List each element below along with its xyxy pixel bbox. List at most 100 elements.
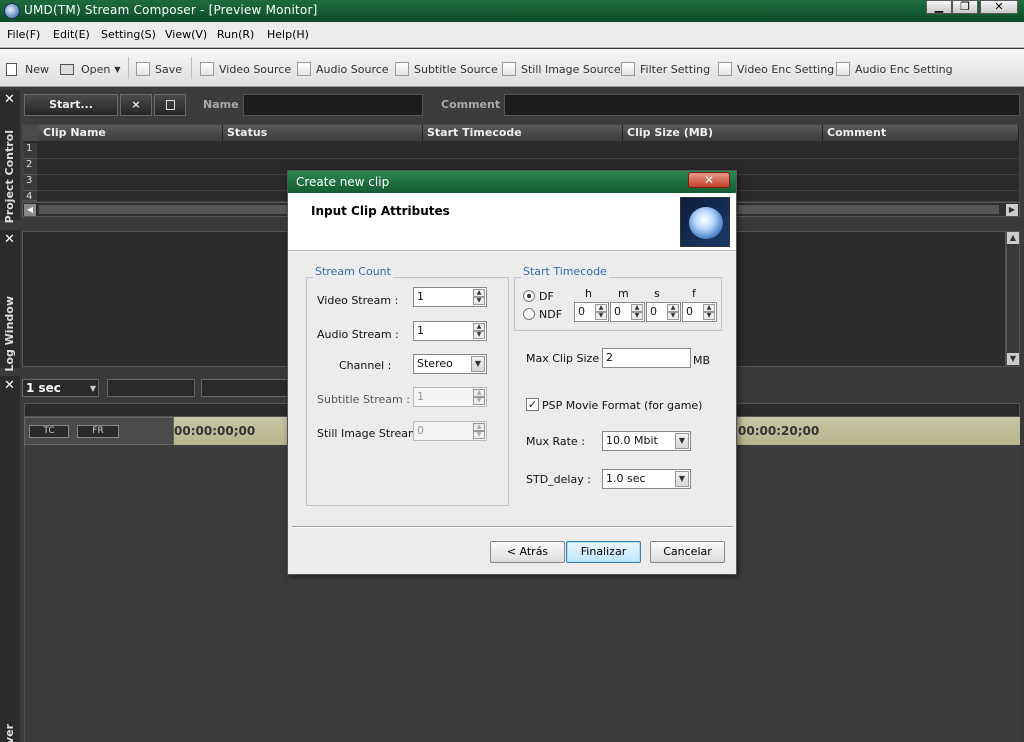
finish-button[interactable]: Finalizar [566,541,641,563]
subtitle-source-icon [395,62,409,76]
video-source-button[interactable]: Video Source [200,60,291,78]
open-button[interactable]: Open ▼ [60,60,121,78]
tc-button[interactable]: TC [29,425,69,438]
maximize-button[interactable]: ❐ [952,0,978,14]
frames-spinner[interactable]: 0 ▲ ▼ [682,302,717,322]
log-window-tab[interactable]: ✕ Log Window [0,230,20,372]
menu-view[interactable]: View(V) [165,28,207,41]
scroll-down-icon[interactable]: ▼ [1007,353,1019,365]
spin-down-icon[interactable]: ▼ [703,312,715,320]
row-number[interactable]: 2 [23,159,37,175]
spinner-arrows[interactable]: ▲ ▼ [667,304,679,320]
spin-up-icon[interactable]: ▲ [667,304,679,312]
spinner-arrows[interactable]: ▲ ▼ [631,304,643,320]
close-icon[interactable]: ✕ [4,233,15,246]
spin-down-icon[interactable]: ▼ [473,431,485,439]
spin-up-icon[interactable]: ▲ [473,389,485,397]
spinner-arrows[interactable]: ▲ ▼ [473,323,485,339]
spin-up-icon[interactable]: ▲ [473,323,485,331]
column-start-timecode[interactable]: Start Timecode [423,125,623,141]
column-comment[interactable]: Comment [823,125,1019,141]
row-number[interactable]: 4 [23,191,37,201]
fr-button[interactable]: FR [77,425,119,438]
cancel-button[interactable]: Cancelar [650,541,725,563]
timeline-tab[interactable]: ✕ ver [0,376,20,742]
chevron-down-icon[interactable]: ▼ [675,471,689,487]
delete-button[interactable]: × [120,94,152,116]
max-clip-size-input[interactable]: 2 [602,348,691,368]
video-stream-spinner[interactable]: 1 ▲ ▼ [413,287,487,307]
video-stream-label: Video Stream : [317,294,399,307]
scroll-left-icon[interactable]: ◀ [24,204,36,216]
start-button[interactable]: Start... [24,94,118,116]
zoom-select[interactable]: 1 sec ▼ [22,379,99,397]
spinner-arrows[interactable]: ▲ ▼ [703,304,715,320]
spin-up-icon[interactable]: ▲ [473,289,485,297]
menu-run[interactable]: Run(R) [217,28,254,41]
channel-select[interactable]: Stereo ▼ [413,354,487,374]
save-button[interactable]: Save [136,60,182,78]
column-clip-name[interactable]: Clip Name [39,125,223,141]
audio-stream-spinner[interactable]: 1 ▲ ▼ [413,321,487,341]
spin-up-icon[interactable]: ▲ [473,423,485,431]
video-enc-setting-button[interactable]: Video Enc Setting [718,60,834,78]
spin-down-icon[interactable]: ▼ [473,397,485,405]
row-number[interactable]: 1 [23,143,37,159]
project-control-tab[interactable]: ✕ Project Control [0,90,20,223]
chevron-down-icon[interactable]: ▼ [471,356,485,372]
scroll-right-icon[interactable]: ▶ [1006,204,1018,216]
spinner-arrows[interactable]: ▲ ▼ [595,304,607,320]
timecode-field[interactable] [107,379,195,397]
table-row[interactable] [37,143,1019,159]
still-image-stream-spinner[interactable]: 0 ▲ ▼ [413,421,487,441]
close-icon[interactable]: ✕ [4,93,15,106]
df-radio[interactable] [523,290,535,302]
vertical-scrollbar[interactable]: ▲ ▼ [1006,231,1020,367]
menu-edit[interactable]: Edit(E) [53,28,90,41]
chevron-down-icon[interactable]: ▼ [675,433,689,449]
subtitle-stream-value: 1 [417,390,424,403]
spinner-arrows[interactable]: ▲ ▼ [473,389,485,405]
spin-down-icon[interactable]: ▼ [595,312,607,320]
name-input[interactable] [243,94,423,116]
audio-source-button[interactable]: Audio Source [297,60,389,78]
spin-up-icon[interactable]: ▲ [631,304,643,312]
menu-file[interactable]: File(F) [7,28,40,41]
spin-down-icon[interactable]: ▼ [631,312,643,320]
new-button[interactable]: New [6,60,49,78]
close-button[interactable]: ✕ [980,0,1018,14]
column-clip-size[interactable]: Clip Size (MB) [623,125,823,141]
spinner-arrows[interactable]: ▲ ▼ [473,423,485,439]
copy-button[interactable] [154,94,186,116]
timecode-field[interactable] [201,379,291,397]
spin-down-icon[interactable]: ▼ [473,331,485,339]
hours-spinner[interactable]: 0 ▲ ▼ [574,302,609,322]
menu-help[interactable]: Help(H) [267,28,309,41]
menu-setting[interactable]: Setting(S) [101,28,156,41]
filter-setting-button[interactable]: Filter Setting [621,60,710,78]
dialog-close-button[interactable]: ✕ [688,172,730,188]
column-status[interactable]: Status [223,125,423,141]
seconds-spinner[interactable]: 0 ▲ ▼ [646,302,681,322]
spinner-arrows[interactable]: ▲ ▼ [473,289,485,305]
psp-format-label: PSP Movie Format (for game) [542,399,703,412]
row-number[interactable]: 3 [23,175,37,191]
spin-down-icon[interactable]: ▼ [473,297,485,305]
mux-rate-select[interactable]: 10.0 Mbit ▼ [602,431,691,451]
comment-input[interactable] [504,94,1020,116]
subtitle-source-button[interactable]: Subtitle Source [395,60,498,78]
std-delay-select[interactable]: 1.0 sec ▼ [602,469,691,489]
spin-up-icon[interactable]: ▲ [703,304,715,312]
subtitle-stream-spinner[interactable]: 1 ▲ ▼ [413,387,487,407]
psp-format-checkbox[interactable]: ✓ [526,398,539,411]
spin-down-icon[interactable]: ▼ [667,312,679,320]
close-icon[interactable]: ✕ [4,379,15,392]
scroll-up-icon[interactable]: ▲ [1007,232,1019,244]
minimize-button[interactable]: ▁ [926,0,952,14]
still-image-source-button[interactable]: Still Image Source [502,60,621,78]
back-button[interactable]: < Atrás [490,541,565,563]
ndf-radio[interactable] [523,308,535,320]
minutes-spinner[interactable]: 0 ▲ ▼ [610,302,645,322]
audio-enc-setting-button[interactable]: Audio Enc Setting [836,60,953,78]
spin-up-icon[interactable]: ▲ [595,304,607,312]
